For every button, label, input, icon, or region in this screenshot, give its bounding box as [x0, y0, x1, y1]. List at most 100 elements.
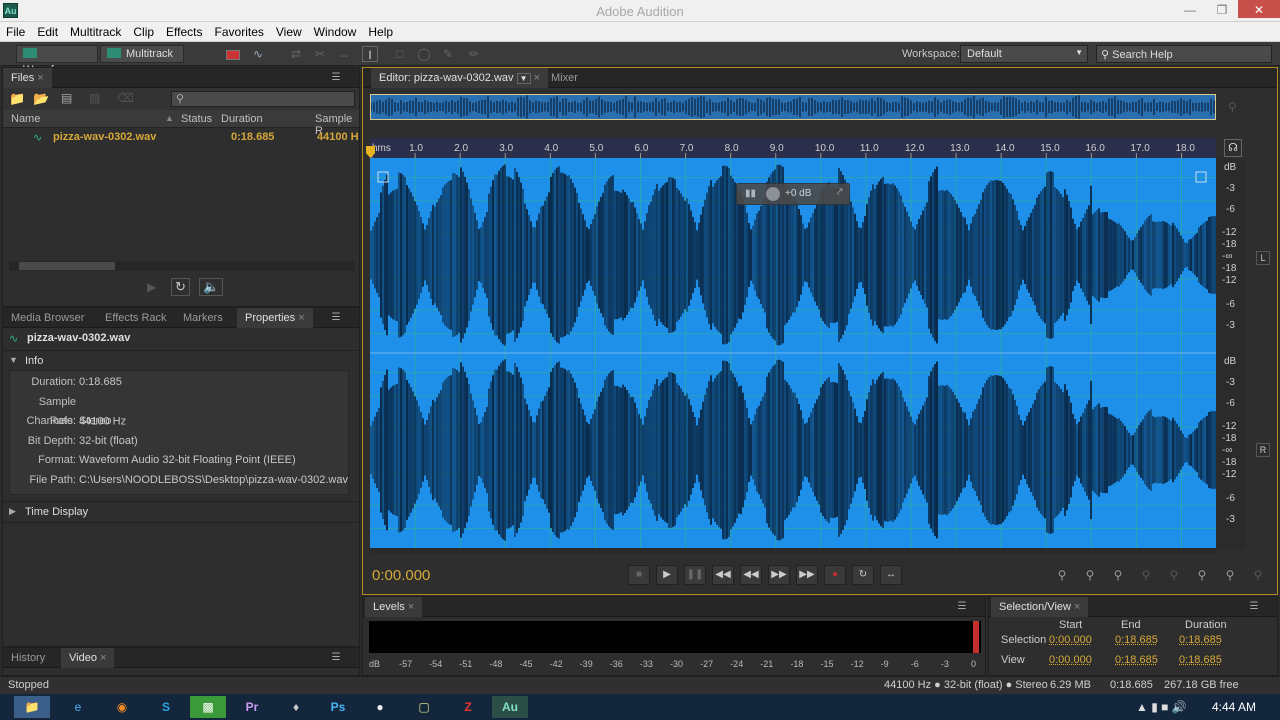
slip-tool-icon[interactable]: ↔	[336, 46, 352, 62]
close-icon[interactable]: ×	[1074, 601, 1080, 613]
waveform-view-button[interactable]: Waveform	[16, 45, 98, 76]
amplitude-hud[interactable]: ▮▮ +0 dB ⤤	[736, 183, 850, 205]
close-icon[interactable]: ×	[408, 601, 414, 613]
view-duration[interactable]: 0:18.685	[1179, 654, 1222, 666]
import-file-icon[interactable]: 📂	[33, 91, 49, 107]
lasso-tool-icon[interactable]: ◯	[416, 46, 432, 62]
premiere-icon[interactable]: Pr	[234, 696, 270, 718]
menu-effects[interactable]: Effects	[160, 22, 208, 39]
maximize-button[interactable]: ❐	[1208, 0, 1236, 20]
headphones-icon[interactable]: ☊	[1224, 139, 1242, 157]
zoom-in-playhead-icon[interactable]: ⚲	[1192, 568, 1212, 584]
tab-editor[interactable]: Editor: pizza-wav-0302.wav ▼ ×	[371, 68, 548, 88]
channel-right-toggle[interactable]: R	[1256, 443, 1270, 457]
skip-to-start-button[interactable]: ◀◀	[712, 565, 734, 585]
app-icon[interactable]: ♦	[278, 696, 314, 718]
delete-icon[interactable]: ⌫	[117, 91, 134, 105]
tab-files[interactable]: Files ×	[3, 68, 52, 88]
audition-taskbar-icon[interactable]: Au	[492, 696, 528, 718]
search-help-field[interactable]: ⚲ Search Help	[1096, 45, 1272, 63]
rewind-button[interactable]: ◀◀	[740, 565, 762, 585]
record-button[interactable]: ●	[824, 565, 846, 585]
firefox-icon[interactable]: ◉	[104, 696, 140, 718]
system-tray-icons[interactable]: ▲ ▮ ■ 🔊	[1136, 700, 1187, 714]
panel-menu-icon[interactable]: ☰	[329, 312, 343, 323]
spot-healing-tool-icon[interactable]: ✏	[466, 46, 482, 62]
close-icon[interactable]: ×	[298, 312, 304, 324]
new-file-icon[interactable]: ▤	[61, 91, 72, 105]
time-selection-tool-icon[interactable]: I	[362, 46, 378, 62]
horizontal-scrollbar[interactable]	[9, 261, 355, 271]
brush-tool-icon[interactable]: ✎	[440, 46, 456, 62]
loop-playback-button[interactable]: ↻	[852, 565, 874, 585]
tab-video[interactable]: Video ×	[61, 648, 115, 668]
column-name[interactable]: Name	[11, 113, 40, 125]
fast-forward-button[interactable]: ▶▶	[768, 565, 790, 585]
menu-help[interactable]: Help	[362, 22, 399, 39]
panel-menu-icon[interactable]: ☰	[329, 72, 343, 83]
chat-icon[interactable]: ●	[362, 696, 398, 718]
close-icon[interactable]: ×	[37, 72, 43, 84]
minimize-button[interactable]: —	[1176, 0, 1204, 20]
scrollbar-thumb[interactable]	[19, 262, 115, 270]
tab-properties[interactable]: Properties ×	[237, 308, 313, 328]
selection-end[interactable]: 0:18.685	[1115, 634, 1158, 646]
chevron-down-icon[interactable]: ▼	[516, 73, 531, 84]
menu-window[interactable]: Window	[308, 22, 363, 39]
menu-view[interactable]: View	[270, 22, 308, 39]
marquee-tool-icon[interactable]: □	[392, 46, 408, 62]
tab-mixer[interactable]: Mixer	[543, 68, 586, 88]
panel-menu-icon[interactable]: ☰	[955, 601, 969, 612]
pin-icon[interactable]: ⤤	[837, 187, 843, 198]
internet-explorer-icon[interactable]: e	[60, 696, 96, 718]
tab-levels[interactable]: Levels ×	[365, 597, 423, 617]
loop-icon[interactable]: ↻	[171, 278, 190, 296]
skip-selection-button[interactable]: ↔	[880, 565, 902, 585]
zoom-in-amplitude-icon[interactable]: ⚲	[1052, 568, 1072, 584]
green-app-icon[interactable]: ▩	[190, 696, 226, 718]
skype-icon[interactable]: S	[148, 696, 184, 718]
waveform-display[interactable]	[370, 158, 1216, 548]
zoom-out-full-icon[interactable]: ⚲	[1164, 568, 1184, 584]
waveform-scrollbar[interactable]	[370, 548, 1216, 554]
open-file-icon[interactable]: 📁	[9, 91, 25, 107]
menu-clip[interactable]: Clip	[127, 22, 160, 39]
play-button[interactable]: ▶	[656, 565, 678, 585]
time-display-section-header[interactable]: ▶ Time Display	[3, 501, 359, 523]
notes-icon[interactable]: ▢	[406, 696, 442, 718]
photoshop-icon[interactable]: Ps	[320, 696, 356, 718]
zoom-in-right-icon[interactable]: ⚲	[1248, 568, 1268, 584]
panel-menu-icon[interactable]: ☰	[1247, 601, 1261, 612]
tab-markers[interactable]: Markers	[175, 308, 231, 328]
panel-menu-icon[interactable]: ☰	[329, 652, 343, 663]
pitch-display-icon[interactable]: ∿	[250, 46, 266, 62]
view-end[interactable]: 0:18.685	[1115, 654, 1158, 666]
files-search-input[interactable]: ⚲	[171, 91, 355, 107]
auto-play-icon[interactable]: 🔈	[199, 278, 224, 296]
selection-duration[interactable]: 0:18.685	[1179, 634, 1222, 646]
menu-multitrack[interactable]: Multitrack	[64, 22, 127, 39]
zoom-out-amplitude-icon[interactable]: ⚲	[1080, 568, 1100, 584]
volume-knob[interactable]	[765, 186, 781, 202]
zoom-in-time-icon[interactable]: ⚲	[1108, 568, 1128, 584]
menu-favorites[interactable]: Favorites	[209, 22, 270, 39]
tab-selection-view[interactable]: Selection/View ×	[991, 597, 1089, 617]
close-icon[interactable]: ×	[100, 652, 106, 664]
column-status[interactable]: Status	[181, 113, 212, 125]
clip-indicator[interactable]	[973, 621, 979, 653]
waveform-overview[interactable]	[370, 94, 1216, 120]
column-duration[interactable]: Duration	[221, 113, 263, 125]
menu-file[interactable]: File	[0, 22, 31, 39]
zoom-navigator-icon[interactable]: ⚲	[1228, 100, 1237, 114]
file-row[interactable]: ∿ pizza-wav-0302.wav 0:18.685 44100 H	[3, 128, 359, 146]
selection-start[interactable]: 0:00.000	[1049, 634, 1092, 646]
clock[interactable]: 4:44 AM	[1212, 700, 1256, 714]
filezilla-icon[interactable]: Z	[450, 696, 486, 718]
zoom-selection-icon[interactable]: ⚲	[1220, 568, 1240, 584]
skip-to-end-button[interactable]: ▶▶	[796, 565, 818, 585]
menu-edit[interactable]: Edit	[31, 22, 64, 39]
windows-explorer-icon[interactable]: 📁	[14, 696, 50, 718]
close-icon[interactable]: ×	[534, 72, 540, 84]
tab-media-browser[interactable]: Media Browser	[3, 308, 92, 328]
spectral-display-icon[interactable]	[226, 50, 240, 60]
